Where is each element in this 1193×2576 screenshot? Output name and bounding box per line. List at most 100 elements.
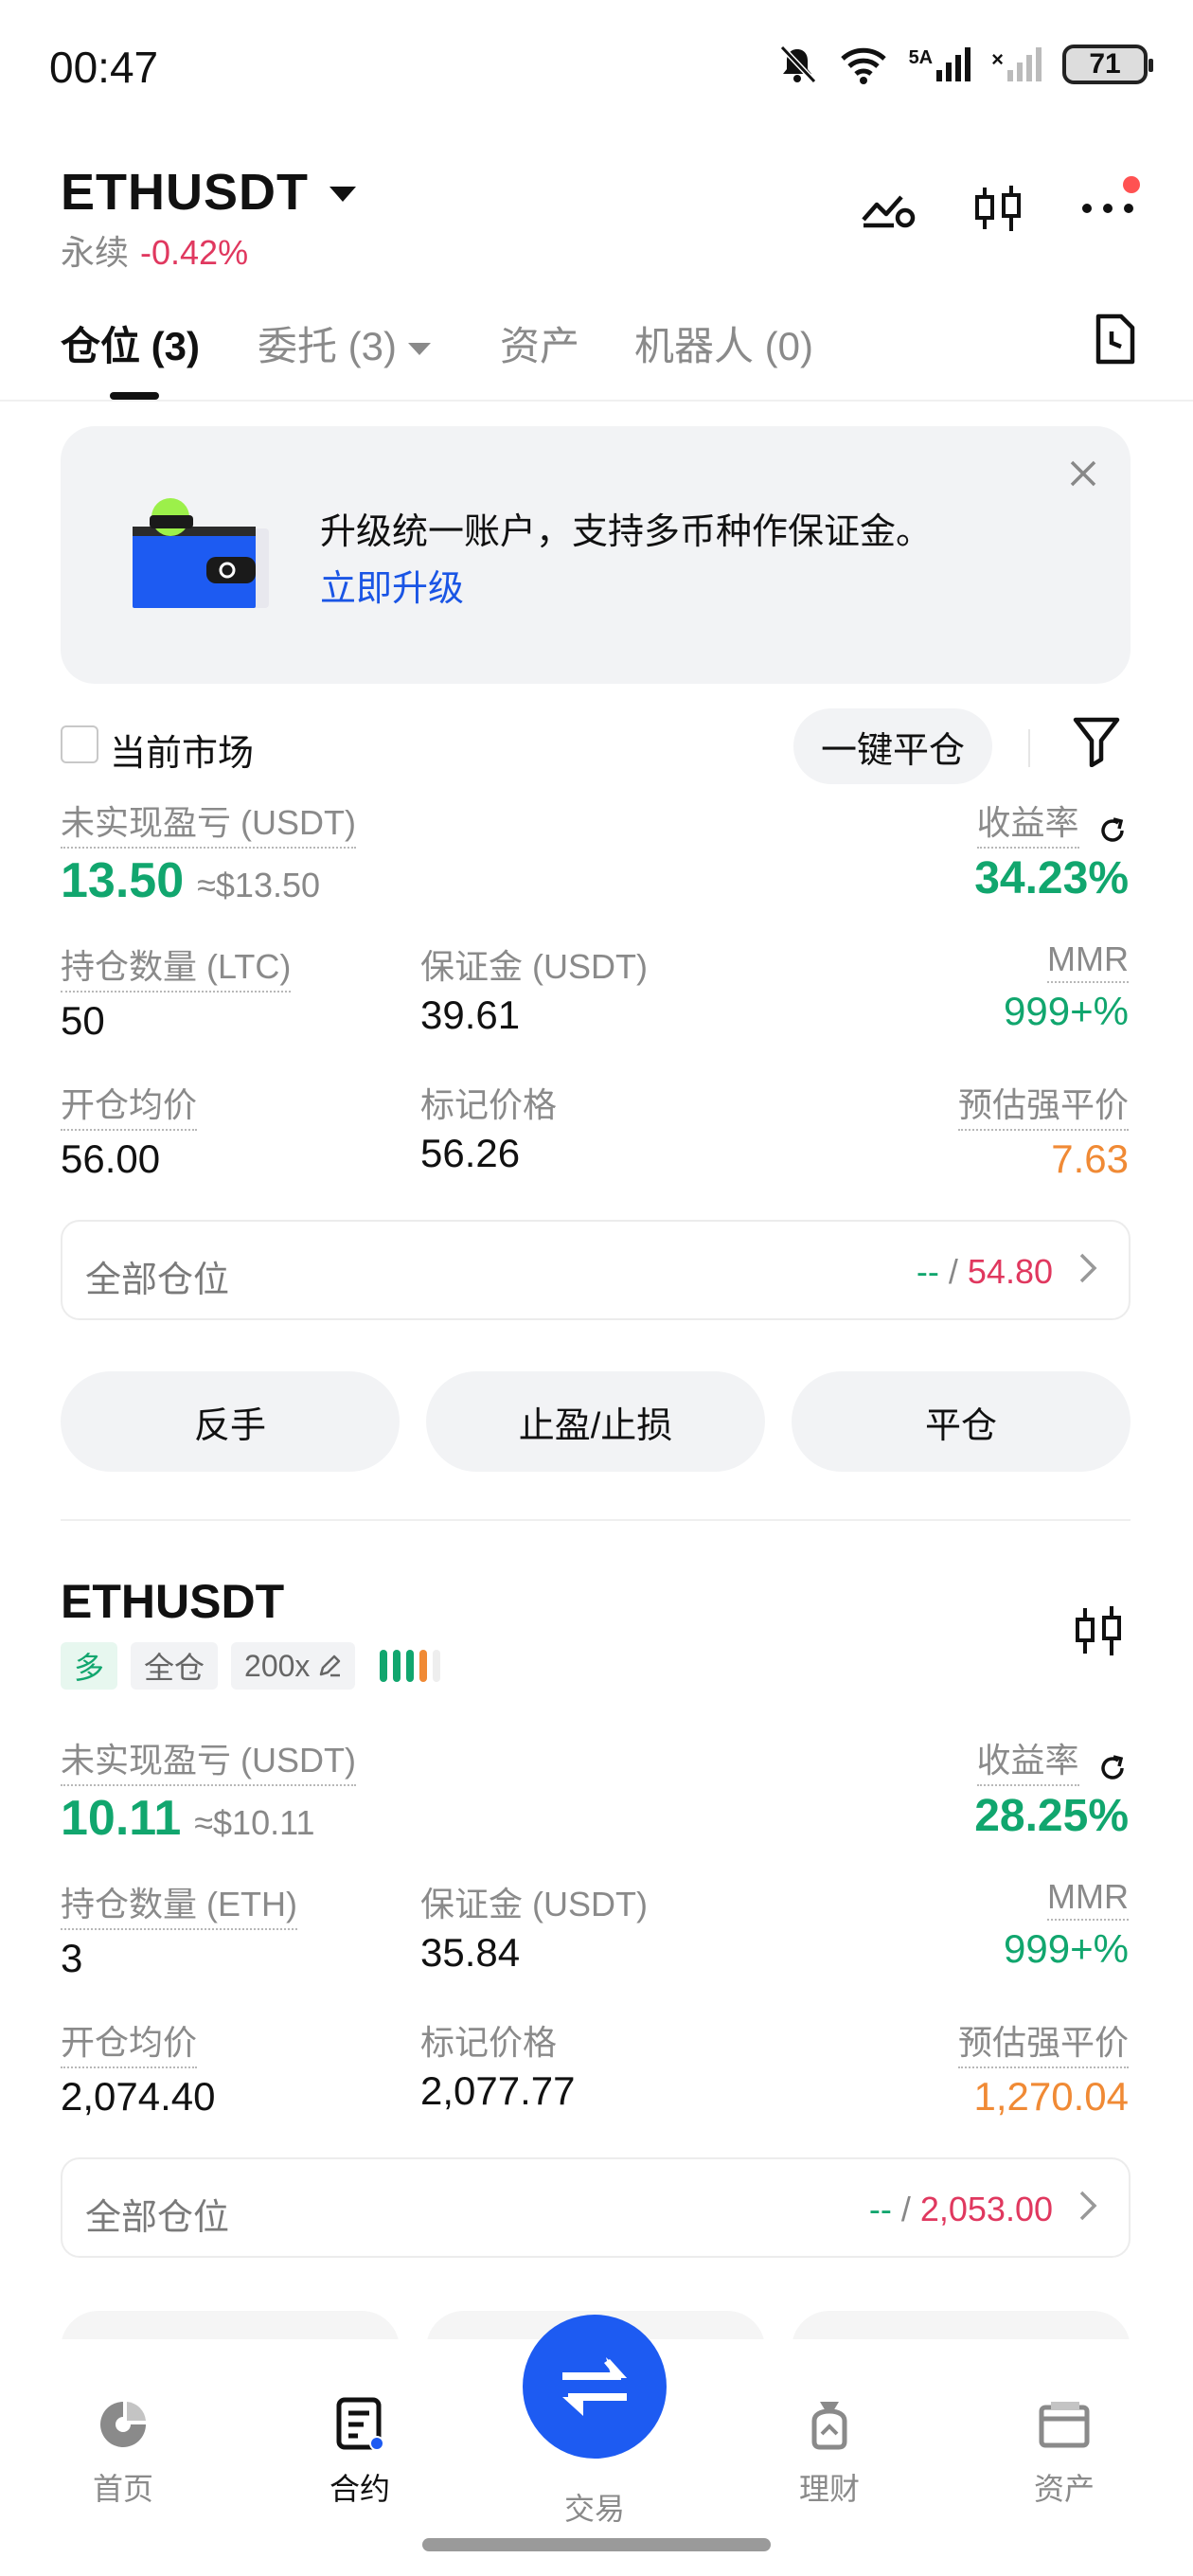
header: ETHUSDT 永续 -0.42% bbox=[0, 152, 1193, 284]
home-icon bbox=[100, 2402, 146, 2447]
position-title[interactable]: ETHUSDT bbox=[61, 1574, 284, 1629]
roe-block: 收益率 28.25% bbox=[974, 1733, 1129, 1842]
signal-weak-icon: × bbox=[991, 47, 1042, 81]
home-indicator[interactable] bbox=[422, 2538, 771, 2551]
wealth-icon bbox=[811, 2402, 847, 2450]
nav-assets[interactable]: 资产 bbox=[998, 2396, 1131, 2509]
all-positions-row[interactable]: 全部仓位 -- / 2,053.00 bbox=[61, 2157, 1131, 2258]
mmr-block: MMR 999+% bbox=[1004, 1877, 1129, 1972]
entry-label: 开仓均价 bbox=[61, 1078, 198, 1131]
entry-block: 开仓均价 2,074.40 bbox=[61, 2015, 216, 2120]
swap-icon[interactable] bbox=[523, 2315, 667, 2459]
mark-value: 56.26 bbox=[420, 1131, 521, 1175]
mmr-value: 999+% bbox=[1004, 989, 1129, 1033]
mmr-block: MMR 999+% bbox=[1004, 939, 1129, 1034]
current-market-label: 当前市场 bbox=[110, 734, 255, 774]
filter-icon[interactable] bbox=[1072, 714, 1121, 772]
signal-5a-icon: 5A bbox=[909, 47, 971, 81]
contract-type: 永续 bbox=[61, 233, 130, 272]
nav-home[interactable]: 首页 bbox=[57, 2396, 189, 2509]
tp-value: -- bbox=[868, 2190, 892, 2228]
position-tags: 多 全仓 200x bbox=[61, 1642, 441, 1690]
qty-block: 持仓数量 (LTC) 50 bbox=[61, 939, 292, 1044]
mute-bell-icon bbox=[779, 45, 816, 84]
status-bar: 00:47 5A × 71 bbox=[0, 0, 1193, 133]
pnl-label: 未实现盈亏 (USDT) bbox=[61, 796, 356, 849]
roe-label: 收益率 bbox=[976, 1733, 1079, 1786]
chevron-right-icon bbox=[1077, 2186, 1098, 2233]
history-icon[interactable] bbox=[1091, 313, 1140, 370]
tab-assets[interactable]: 资产 bbox=[500, 314, 579, 372]
nav-wealth-label: 理财 bbox=[798, 2472, 860, 2506]
tpsl-separator: / bbox=[948, 1252, 958, 1291]
qty-label: 持仓数量 (LTC) bbox=[61, 939, 292, 993]
tab-positions[interactable]: 仓位 (3) bbox=[61, 314, 200, 372]
entry-value: 56.00 bbox=[61, 1136, 161, 1181]
strategy-icon[interactable] bbox=[860, 180, 917, 237]
nav-trade[interactable]: 交易 bbox=[528, 2478, 661, 2529]
nav-home-label: 首页 bbox=[92, 2472, 153, 2506]
status-icons: 5A × 71 bbox=[776, 44, 1153, 85]
position-tabs: 仓位 (3) 委托 (3) 资产 机器人 (0) bbox=[0, 303, 1193, 402]
current-market-checkbox[interactable] bbox=[61, 725, 98, 763]
divider bbox=[1028, 729, 1030, 767]
leverage-tag[interactable]: 200x bbox=[231, 1642, 356, 1690]
battery-icon: 71 bbox=[1062, 45, 1153, 84]
caret-down-icon bbox=[408, 343, 432, 356]
candlestick-icon[interactable] bbox=[970, 180, 1026, 237]
margin-block: 保证金 (USDT) 39.61 bbox=[420, 939, 648, 1038]
sl-value: 54.80 bbox=[967, 1252, 1053, 1291]
edit-icon bbox=[320, 1655, 341, 1677]
mark-value: 2,077.77 bbox=[420, 2068, 576, 2113]
pnl-value: 13.50 bbox=[61, 853, 185, 908]
leverage-value: 200x bbox=[244, 1648, 311, 1683]
side-tag: 多 bbox=[61, 1642, 118, 1690]
network-label: 5A bbox=[908, 47, 934, 68]
battery-level: 71 bbox=[1089, 48, 1121, 80]
pair-selector[interactable]: ETHUSDT bbox=[61, 163, 356, 222]
mmr-value: 999+% bbox=[1004, 1926, 1129, 1971]
all-positions-label: 全部仓位 bbox=[85, 1261, 230, 1300]
nav-contract[interactable]: 合约 bbox=[294, 2396, 426, 2509]
position-actions: 反手 止盈/止损 平仓 bbox=[61, 1371, 1131, 1472]
refresh-icon[interactable] bbox=[1096, 814, 1129, 847]
wifi-icon bbox=[840, 47, 886, 84]
entry-block: 开仓均价 56.00 bbox=[61, 1078, 198, 1182]
refresh-icon[interactable] bbox=[1096, 1752, 1129, 1784]
tpsl-button[interactable]: 止盈/止损 bbox=[426, 1371, 765, 1472]
pnl-block: 未实现盈亏 (USDT) 10.11 ≈$10.11 bbox=[61, 1733, 356, 1847]
risk-meter-icon bbox=[380, 1650, 441, 1682]
pnl-block: 未实现盈亏 (USDT) 13.50 ≈$13.50 bbox=[61, 796, 356, 909]
chevron-right-icon bbox=[1077, 1248, 1098, 1296]
tpsl-values: -- / 2,053.00 bbox=[869, 2190, 1053, 2229]
roe-header: 收益率 bbox=[974, 796, 1129, 849]
liq-value: 1,270.04 bbox=[973, 2074, 1130, 2119]
section-divider bbox=[61, 1519, 1131, 1521]
margin-block: 保证金 (USDT) 35.84 bbox=[420, 1877, 648, 1976]
price-change: -0.42% bbox=[140, 233, 249, 272]
entry-label: 开仓均价 bbox=[61, 2015, 198, 2068]
nav-trade-label: 交易 bbox=[563, 2492, 625, 2526]
close-position-button[interactable]: 平仓 bbox=[792, 1371, 1131, 1472]
mark-label: 标记价格 bbox=[420, 1085, 558, 1124]
margin-value: 35.84 bbox=[420, 1930, 521, 1975]
close-icon[interactable] bbox=[1064, 455, 1102, 492]
tab-bots[interactable]: 机器人 (0) bbox=[634, 314, 813, 372]
tpsl-separator: / bbox=[900, 2190, 911, 2228]
more-icon[interactable] bbox=[1079, 176, 1140, 237]
reverse-button[interactable]: 反手 bbox=[61, 1371, 400, 1472]
roe-label: 收益率 bbox=[976, 796, 1079, 849]
filter-row: 当前市场 一键平仓 bbox=[0, 708, 1193, 786]
close-all-button[interactable]: 一键平仓 bbox=[793, 708, 992, 784]
all-positions-row[interactable]: 全部仓位 -- / 54.80 bbox=[61, 1220, 1131, 1320]
contract-icon bbox=[336, 2397, 384, 2451]
upgrade-link[interactable]: 立即升级 bbox=[320, 559, 464, 611]
candlestick-icon[interactable] bbox=[1072, 1602, 1125, 1664]
nav-wealth[interactable]: 理财 bbox=[763, 2396, 896, 2509]
margin-value: 39.61 bbox=[420, 993, 521, 1037]
qty-block: 持仓数量 (ETH) 3 bbox=[61, 1877, 297, 1981]
notification-dot bbox=[1123, 176, 1140, 193]
tab-orders[interactable]: 委托 (3) bbox=[258, 314, 432, 372]
active-tab-indicator bbox=[110, 392, 159, 400]
margin-label: 保证金 (USDT) bbox=[420, 947, 648, 986]
